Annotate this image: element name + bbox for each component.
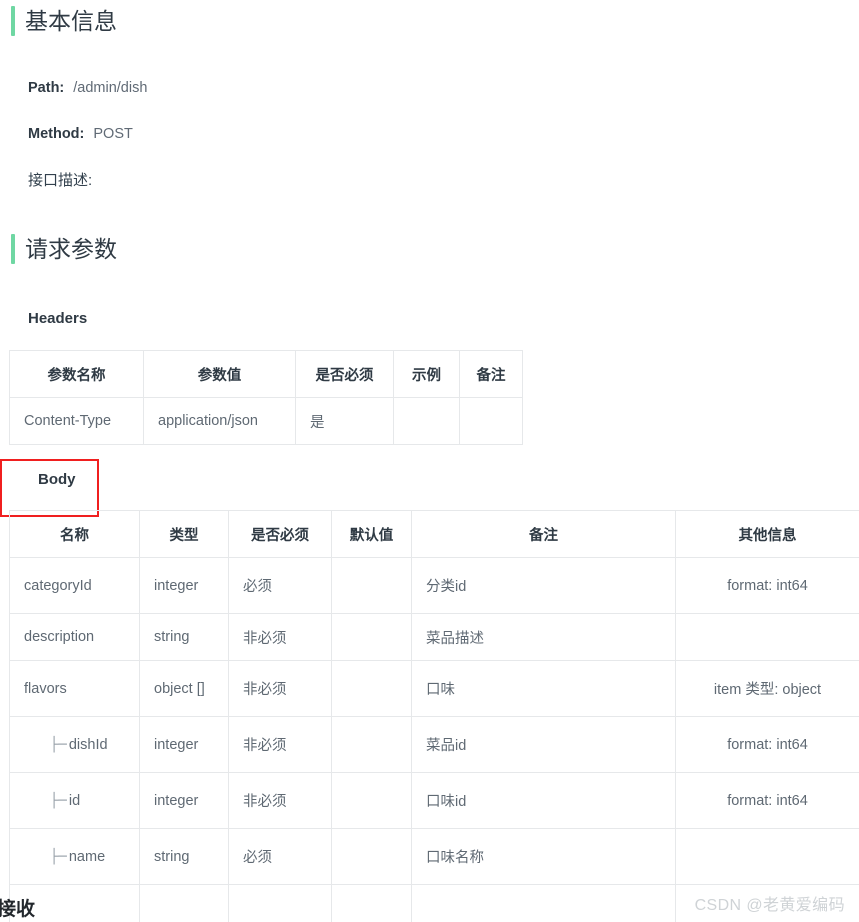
cell-name-text: id bbox=[68, 792, 81, 809]
column-header-remark: 备注 bbox=[411, 510, 676, 558]
table-row: flavors object [] 非必须 口味 item 类型: object bbox=[9, 660, 859, 717]
cell-remark bbox=[411, 884, 676, 922]
cell-name: categoryId bbox=[9, 557, 140, 614]
cell-param-value: application/json bbox=[143, 397, 296, 445]
csdn-watermark: CSDN @老黄爱编码 bbox=[694, 897, 845, 914]
table-row: Content-Type application/json 是 bbox=[9, 397, 523, 445]
cell-remark: 菜品描述 bbox=[411, 613, 676, 661]
cell-required: 非必须 bbox=[228, 613, 332, 661]
column-header-required: 是否必须 bbox=[295, 350, 394, 398]
cell-extra bbox=[675, 613, 859, 661]
column-header-name: 名称 bbox=[9, 510, 140, 558]
cell-remark: 分类id bbox=[411, 557, 676, 614]
cell-type: object [] bbox=[139, 660, 229, 717]
tree-connector-icon: ├─ bbox=[50, 792, 67, 809]
table-header-row: 参数名称 参数值 是否必须 示例 备注 bbox=[9, 350, 523, 398]
cell-example bbox=[393, 397, 460, 445]
cell-param-name: Content-Type bbox=[9, 397, 144, 445]
cell-remark bbox=[459, 397, 523, 445]
column-header-type: 类型 bbox=[139, 510, 229, 558]
accent-bar-icon bbox=[11, 234, 15, 264]
column-header-example: 示例 bbox=[393, 350, 460, 398]
meta-path-value: /admin/dish bbox=[73, 80, 148, 96]
headers-table: 参数名称 参数值 是否必须 示例 备注 Content-Type applica… bbox=[9, 350, 523, 445]
cell-default bbox=[331, 557, 412, 614]
cell-name-text: flavors bbox=[24, 680, 67, 697]
body-table: 名称 类型 是否必须 默认值 备注 其他信息 categoryId intege… bbox=[9, 510, 859, 922]
cell-name: description bbox=[9, 613, 140, 661]
column-header-param-value: 参数值 bbox=[143, 350, 296, 398]
cell-required bbox=[228, 884, 332, 922]
column-header-required: 是否必须 bbox=[228, 510, 332, 558]
tree-connector-icon: ├─ bbox=[50, 736, 67, 753]
table-row: ├─ name string 必须 口味名称 bbox=[9, 828, 859, 885]
cell-default bbox=[331, 716, 412, 773]
cell-required: 非必须 bbox=[228, 660, 332, 717]
cell-extra: format: int64 bbox=[675, 716, 859, 773]
cell-extra: item 类型: object bbox=[675, 660, 859, 717]
cell-remark: 菜品id bbox=[411, 716, 676, 773]
cell-extra: format: int64 bbox=[675, 557, 859, 614]
meta-method: Method: POST bbox=[9, 124, 133, 144]
cell-type: string bbox=[139, 828, 229, 885]
api-doc-page: 基本信息 Path:/admin/dish Method: POST 接口描述: … bbox=[0, 0, 859, 922]
cell-name-text: name bbox=[68, 848, 106, 865]
cell-required: 非必须 bbox=[228, 716, 332, 773]
cell-required: 非必须 bbox=[228, 772, 332, 829]
clipped-section-heading: 端接收 bbox=[0, 899, 36, 920]
meta-method-value: POST bbox=[93, 126, 133, 142]
cell-default bbox=[331, 660, 412, 717]
cell-name: ├─ id bbox=[9, 772, 140, 829]
cell-extra: format: int64 bbox=[675, 772, 859, 829]
table-row: description string 非必须 菜品描述 bbox=[9, 613, 859, 661]
column-header-extra: 其他信息 bbox=[675, 510, 859, 558]
cell-default bbox=[331, 613, 412, 661]
cell-name-text: categoryId bbox=[24, 577, 92, 594]
cell-name: flavors bbox=[9, 660, 140, 717]
section-heading-basic-info-label: 基本信息 bbox=[25, 8, 117, 34]
section-heading-basic-info: 基本信息 bbox=[9, 4, 117, 38]
subheading-headers: Headers bbox=[28, 310, 88, 327]
cell-required: 是 bbox=[295, 397, 394, 445]
cell-name-text: description bbox=[24, 629, 95, 645]
cell-required: 必须 bbox=[228, 828, 332, 885]
cell-default bbox=[331, 772, 412, 829]
cell-type: string bbox=[139, 613, 229, 661]
column-header-remark: 备注 bbox=[459, 350, 523, 398]
cell-extra bbox=[675, 828, 859, 885]
cell-name: ├─ dishId bbox=[9, 716, 140, 773]
cell-default bbox=[331, 884, 412, 922]
meta-description-label: 接口描述: bbox=[28, 172, 93, 189]
cell-remark: 口味名称 bbox=[411, 828, 676, 885]
subheading-body: Body bbox=[38, 471, 76, 488]
section-heading-request-params: 请求参数 bbox=[9, 232, 117, 266]
column-header-param-name: 参数名称 bbox=[9, 350, 144, 398]
cell-name-text: dishId bbox=[68, 736, 108, 753]
meta-path: Path: /admin/dish bbox=[9, 78, 147, 98]
accent-bar-icon bbox=[11, 6, 15, 36]
cell-type: integer bbox=[139, 716, 229, 773]
cell-remark: 口味 bbox=[411, 660, 676, 717]
table-header-row: 名称 类型 是否必须 默认值 备注 其他信息 bbox=[9, 510, 859, 558]
column-header-default: 默认值 bbox=[331, 510, 412, 558]
table-row: ├─ id integer 非必须 口味id format: int64 bbox=[9, 772, 859, 829]
cell-remark: 口味id bbox=[411, 772, 676, 829]
cell-type: integer bbox=[139, 557, 229, 614]
tree-connector-icon: ├─ bbox=[50, 848, 67, 865]
meta-path-label: Path: bbox=[28, 80, 65, 96]
table-row: categoryId integer 必须 分类id format: int64 bbox=[9, 557, 859, 614]
cell-required: 必须 bbox=[228, 557, 332, 614]
cell-name: ├─ name bbox=[9, 828, 140, 885]
cell-type: integer bbox=[139, 772, 229, 829]
meta-method-label: Method: bbox=[28, 126, 85, 142]
table-row: ├─ dishId integer 非必须 菜品id format: int64 bbox=[9, 716, 859, 773]
cell-default bbox=[331, 828, 412, 885]
cell-type bbox=[139, 884, 229, 922]
section-heading-request-params-label: 请求参数 bbox=[25, 236, 117, 262]
